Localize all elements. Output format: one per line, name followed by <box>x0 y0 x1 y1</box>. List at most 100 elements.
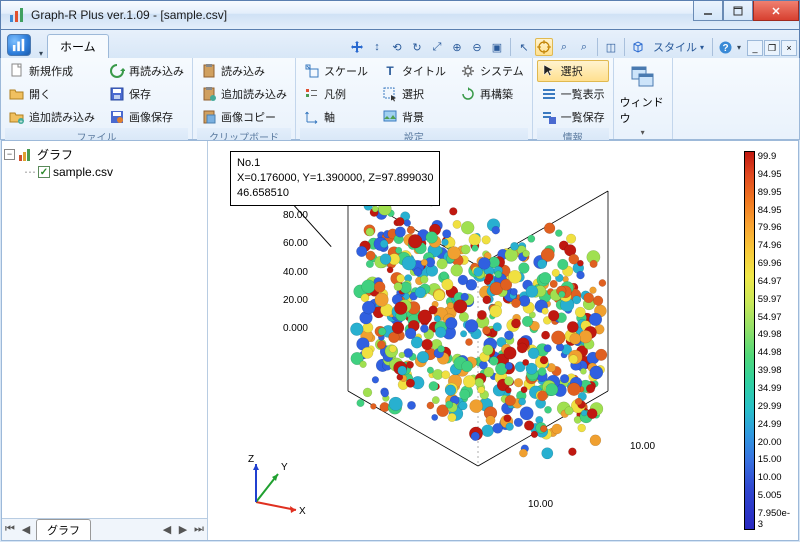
titlebar: Graph-R Plus ver.1.09 - [sample.csv] <box>0 0 800 30</box>
sheet-tab[interactable]: グラフ <box>36 519 91 540</box>
list-view-button[interactable]: 一覧表示 <box>537 83 609 105</box>
colorbar-labels: 99.994.9589.9584.9579.9674.9669.9664.975… <box>755 151 790 530</box>
wireframe-icon[interactable] <box>629 38 647 56</box>
tooltip-line-2: X=0.176000, Y=1.390000, Z=97.899030 <box>237 171 433 186</box>
gear-icon <box>460 63 476 79</box>
svg-text:T: T <box>386 64 394 78</box>
mdi-minimize-button[interactable]: _ <box>747 40 763 56</box>
tree-item[interactable]: ⋯ ✓ sample.csv <box>24 164 205 180</box>
pick-icon[interactable] <box>535 38 553 56</box>
add-load-button[interactable]: +追加読み込み <box>5 106 99 128</box>
reload-icon <box>109 63 125 79</box>
main-area: − グラフ ⋯ ✓ sample.csv ⏮ ◀ グラフ ◀ ▶ ⏭ No.1 … <box>1 140 799 541</box>
sheet-tab-bar: ⏮ ◀ グラフ ◀ ▶ ⏭ <box>2 518 207 540</box>
collapse-icon[interactable]: − <box>4 149 15 160</box>
data-tooltip: No.1 X=0.176000, Y=1.390000, Z=97.899030… <box>230 151 440 206</box>
app-icon <box>9 7 25 23</box>
help-dropdown-icon[interactable]: ▾ <box>737 43 741 52</box>
save-button[interactable]: 保存 <box>105 83 188 105</box>
tab-home-label: ホーム <box>60 38 96 55</box>
reload-button[interactable]: 再読み込み <box>105 60 188 82</box>
ribbon-group-window: ウィンドウ ▾ ウィンドウ <box>614 58 673 139</box>
tab-next-icon[interactable]: ▶ <box>175 523 191 536</box>
list-save-icon <box>541 109 557 125</box>
tab-home[interactable]: ホーム <box>47 34 109 58</box>
window-buttons <box>693 1 799 29</box>
select-button[interactable]: 選択 <box>378 83 450 105</box>
move-icon[interactable] <box>348 38 366 56</box>
copy-image-icon <box>201 109 217 125</box>
svg-text:+: + <box>19 120 23 126</box>
open-button[interactable]: 開く <box>5 83 99 105</box>
mdi-close-button[interactable]: × <box>781 40 797 56</box>
title-icon: T <box>382 63 398 79</box>
save-icon <box>109 86 125 102</box>
pointer-icon[interactable]: ↖ <box>515 38 533 56</box>
scale-icon <box>304 63 320 79</box>
rotate-y-icon[interactable]: ⤢ <box>428 38 446 56</box>
rotate-z-down-icon[interactable]: ⟲ <box>388 38 406 56</box>
help-icon[interactable]: ? <box>717 38 735 56</box>
minimize-button[interactable] <box>693 1 723 21</box>
zoom-region-icon[interactable]: ⌕ <box>555 38 573 56</box>
save-image-icon <box>109 109 125 125</box>
info-select-button[interactable]: 選択 <box>537 60 609 82</box>
colorbar-gradient <box>744 151 755 530</box>
tooltip-line-1: No.1 <box>237 156 433 171</box>
fit-icon[interactable]: ▣ <box>488 38 506 56</box>
view-toolbar: ↕ ⟲ ↻ ⤢ ⊕ ⊖ ▣ ↖ ⌕ ⌕ ◫ スタイル▾ ? ▾ <box>348 38 745 58</box>
cube-icon[interactable]: ◫ <box>602 38 620 56</box>
clipboard-add-load-button[interactable]: 追加読み込み <box>197 83 291 105</box>
close-button[interactable] <box>753 1 799 21</box>
axis-button[interactable]: 軸 <box>300 106 372 128</box>
zoom-select-icon[interactable]: ⌕ <box>575 38 593 56</box>
tree-pane: − グラフ ⋯ ✓ sample.csv ⏮ ◀ グラフ ◀ ▶ ⏭ <box>2 141 208 540</box>
system-button[interactable]: システム <box>456 60 528 82</box>
select-icon <box>382 86 398 102</box>
plot-pane[interactable]: No.1 X=0.176000, Y=1.390000, Z=97.899030… <box>208 141 798 540</box>
tab-prev-icon[interactable]: ◀ <box>18 523 34 536</box>
tab-first-icon[interactable]: ⏮ <box>2 523 18 536</box>
checkbox-checked-icon[interactable]: ✓ <box>38 166 50 178</box>
z-label: Z <box>248 454 254 465</box>
copy-image-button[interactable]: 画像コピー <box>197 106 291 128</box>
cursor-icon <box>541 63 557 79</box>
rebuild-icon <box>460 86 476 102</box>
new-button[interactable]: 新規作成 <box>5 60 99 82</box>
rebuild-button[interactable]: 再構築 <box>456 83 528 105</box>
rotate-z-up-icon[interactable]: ↕ <box>368 38 386 56</box>
quick-access-row: ▾ ホーム ↕ ⟲ ↻ ⤢ ⊕ ⊖ ▣ ↖ ⌕ ⌕ ◫ スタイル▾ ? ▾ _ … <box>0 30 800 58</box>
clipboard-load-button[interactable]: 読み込み <box>197 60 291 82</box>
new-file-icon <box>9 63 25 79</box>
list-icon <box>541 86 557 102</box>
tree-root[interactable]: − グラフ <box>4 145 205 164</box>
ribbon-group-clipboard: 読み込み 追加読み込み 画像コピー クリップボード <box>193 58 296 139</box>
zoom-out-icon[interactable]: ⊖ <box>468 38 486 56</box>
axis-gizmo: X Y Z <box>236 452 306 522</box>
title-button[interactable]: Tタイトル <box>378 60 450 82</box>
rotate-x-icon[interactable]: ↻ <box>408 38 426 56</box>
save-image-button[interactable]: 画像保存 <box>105 106 188 128</box>
list-save-button[interactable]: 一覧保存 <box>537 106 609 128</box>
tree[interactable]: − グラフ ⋯ ✓ sample.csv <box>2 141 207 518</box>
background-button[interactable]: 背景 <box>378 106 450 128</box>
window-button[interactable]: ウィンドウ ▾ <box>618 60 668 141</box>
style-dropdown[interactable]: スタイル▾ <box>649 38 708 56</box>
scale-button[interactable]: スケール <box>300 60 372 82</box>
legend-button[interactable]: 凡例 <box>300 83 372 105</box>
paste-add-icon <box>201 86 217 102</box>
maximize-button[interactable] <box>723 1 753 21</box>
folder-open-icon <box>9 86 25 102</box>
zoom-in-icon[interactable]: ⊕ <box>448 38 466 56</box>
mdi-restore-button[interactable]: ❐ <box>764 40 780 56</box>
app-menu-button[interactable] <box>7 34 31 56</box>
qat-dropdown-icon[interactable]: ▾ <box>35 49 47 58</box>
x-label: X <box>299 506 306 517</box>
legend-icon <box>304 86 320 102</box>
svg-text:?: ? <box>723 43 729 54</box>
tooltip-line-3: 46.658510 <box>237 186 433 201</box>
windows-icon <box>629 64 657 92</box>
tab-prev2-icon[interactable]: ◀ <box>159 523 175 536</box>
mdi-buttons: _ ❐ × <box>745 40 799 58</box>
tab-last-icon[interactable]: ⏭ <box>191 523 207 536</box>
